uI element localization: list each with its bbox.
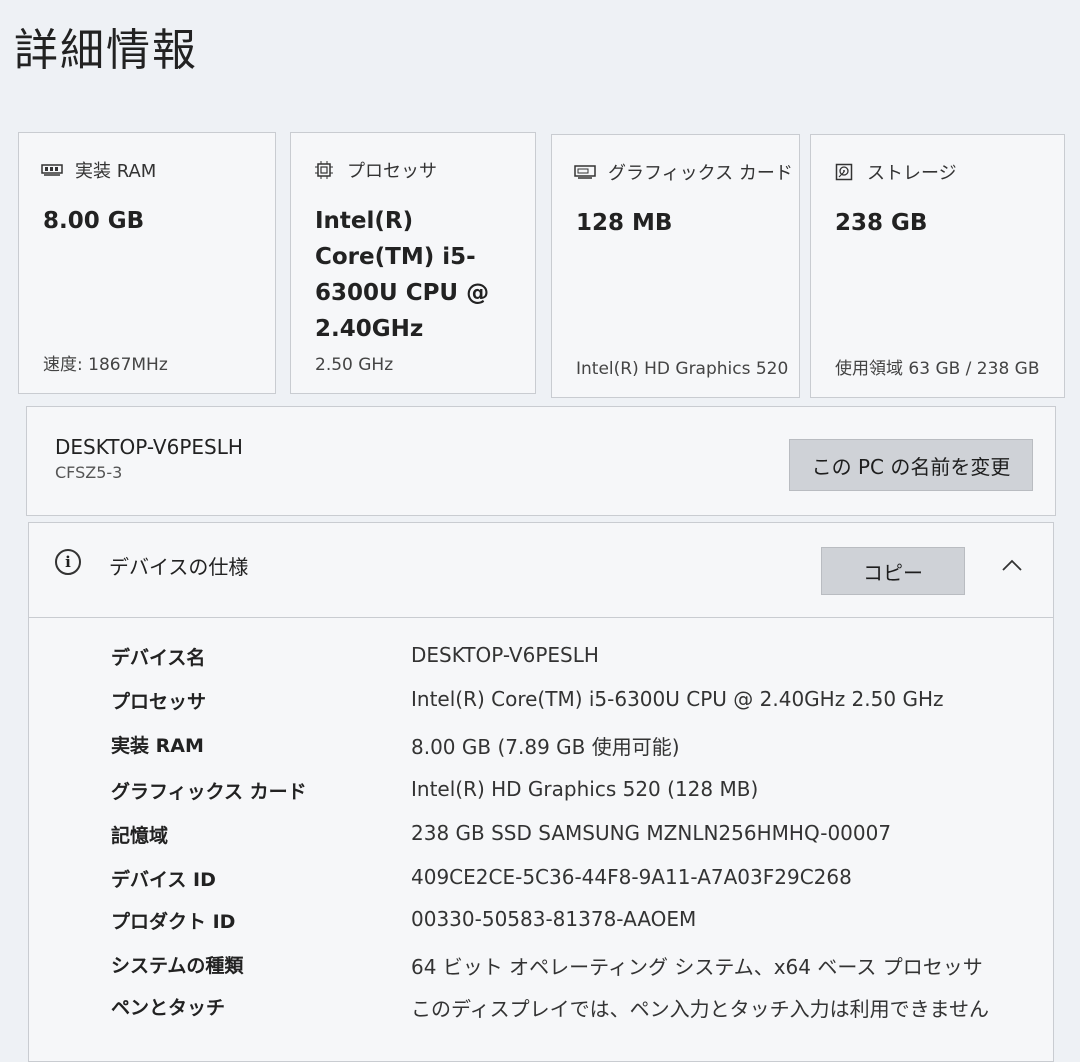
card-label: 実装 RAM bbox=[75, 161, 157, 182]
copy-button[interactable]: コピー bbox=[821, 547, 965, 595]
graphics-card: グラフィックス カード 128 MB Intel(R) HD Graphics … bbox=[551, 134, 800, 398]
spec-label: デバイス名 bbox=[111, 647, 206, 669]
storage-usage: 使用領域 63 GB / 238 GB bbox=[835, 359, 1040, 379]
page-title: 詳細情報 bbox=[14, 25, 198, 76]
info-icon: i bbox=[55, 549, 81, 575]
ram-card: 実装 RAM 8.00 GB 速度: 1867MHz bbox=[18, 132, 276, 394]
device-specs-title: デバイスの仕様 bbox=[109, 555, 249, 579]
spec-label: デバイス ID bbox=[111, 869, 216, 891]
spec-row: 記憶域 238 GB SSD SAMSUNG MZNLN256HMHQ-00007 bbox=[29, 821, 1053, 861]
spec-row: グラフィックス カード Intel(R) HD Graphics 520 (128… bbox=[29, 777, 1053, 817]
chevron-up-icon[interactable] bbox=[999, 555, 1025, 575]
spec-value: 00330-50583-81378-AAOEM bbox=[411, 907, 697, 931]
storage-value: 238 GB bbox=[835, 210, 928, 236]
spec-label: プロセッサ bbox=[111, 691, 207, 713]
spec-row: デバイス ID 409CE2CE-5C36-44F8-9A11-A7A03F29C… bbox=[29, 865, 1053, 905]
spec-value: 409CE2CE-5C36-44F8-9A11-A7A03F29C268 bbox=[411, 865, 852, 889]
card-header: プロセッサ bbox=[313, 157, 437, 183]
pc-name-card: DESKTOP-V6PESLH CFSZ5-3 この PC の名前を変更 bbox=[26, 406, 1056, 516]
spec-value: 64 ビット オペレーティング システム、x64 ベース プロセッサ bbox=[411, 955, 983, 979]
device-specs-header[interactable]: i デバイスの仕様 コピー bbox=[29, 523, 1053, 618]
processor-icon bbox=[313, 161, 335, 179]
spec-value: 8.00 GB (7.89 GB 使用可能) bbox=[411, 735, 680, 759]
graphics-value: 128 MB bbox=[576, 210, 673, 236]
spec-row: ペンとタッチ このディスプレイでは、ペン入力とタッチ入力は利用できません bbox=[29, 993, 1053, 1033]
spec-label: システムの種類 bbox=[111, 955, 244, 977]
graphics-card-icon bbox=[574, 163, 596, 181]
storage-card: ストレージ 238 GB 使用領域 63 GB / 238 GB bbox=[810, 134, 1065, 398]
spec-label: 実装 RAM bbox=[111, 735, 204, 757]
device-specs-section: i デバイスの仕様 コピー デバイス名 DESKTOP-V6PESLH プロセッサ I… bbox=[28, 522, 1054, 1062]
card-label: ストレージ bbox=[867, 163, 957, 184]
card-label: グラフィックス カード bbox=[608, 163, 793, 184]
spec-label: プロダクト ID bbox=[111, 911, 236, 933]
card-header: グラフィックス カード bbox=[574, 159, 793, 185]
spec-row: プロセッサ Intel(R) Core(TM) i5-6300U CPU @ 2.… bbox=[29, 687, 1053, 727]
processor-card: プロセッサ Intel(R) Core(TM) i5-6300U CPU @ 2… bbox=[290, 132, 536, 394]
spec-row: デバイス名 DESKTOP-V6PESLH bbox=[29, 643, 1053, 683]
spec-value: このディスプレイでは、ペン入力とタッチ入力は利用できません bbox=[411, 997, 989, 1021]
pc-name: DESKTOP-V6PESLH bbox=[55, 435, 243, 459]
ram-speed: 速度: 1867MHz bbox=[43, 355, 168, 375]
ram-icon bbox=[41, 161, 63, 179]
spec-row: システムの種類 64 ビット オペレーティング システム、x64 ベース プロセッ… bbox=[29, 951, 1053, 991]
pc-model: CFSZ5-3 bbox=[55, 463, 123, 482]
storage-icon bbox=[833, 163, 855, 181]
spec-value: DESKTOP-V6PESLH bbox=[411, 643, 599, 667]
spec-label: ペンとタッチ bbox=[111, 997, 226, 1019]
card-header: ストレージ bbox=[833, 159, 957, 185]
processor-value: Intel(R) Core(TM) i5-6300U CPU @ 2.40GHz bbox=[315, 208, 490, 342]
spec-label: グラフィックス カード bbox=[111, 781, 307, 803]
spec-value: 238 GB SSD SAMSUNG MZNLN256HMHQ-00007 bbox=[411, 821, 892, 845]
spec-row: プロダクト ID 00330-50583-81378-AAOEM bbox=[29, 907, 1053, 947]
rename-pc-button[interactable]: この PC の名前を変更 bbox=[789, 439, 1033, 491]
ram-value: 8.00 GB bbox=[43, 208, 145, 234]
spec-value: Intel(R) HD Graphics 520 (128 MB) bbox=[411, 777, 759, 801]
card-label: プロセッサ bbox=[347, 161, 437, 182]
card-header: 実装 RAM bbox=[41, 157, 156, 183]
spec-label: 記憶域 bbox=[111, 825, 169, 847]
processor-speed: 2.50 GHz bbox=[315, 355, 394, 375]
spec-row: 実装 RAM 8.00 GB (7.89 GB 使用可能) bbox=[29, 731, 1053, 771]
spec-value: Intel(R) Core(TM) i5-6300U CPU @ 2.40GHz… bbox=[411, 687, 944, 711]
graphics-model: Intel(R) HD Graphics 520 bbox=[576, 359, 789, 379]
